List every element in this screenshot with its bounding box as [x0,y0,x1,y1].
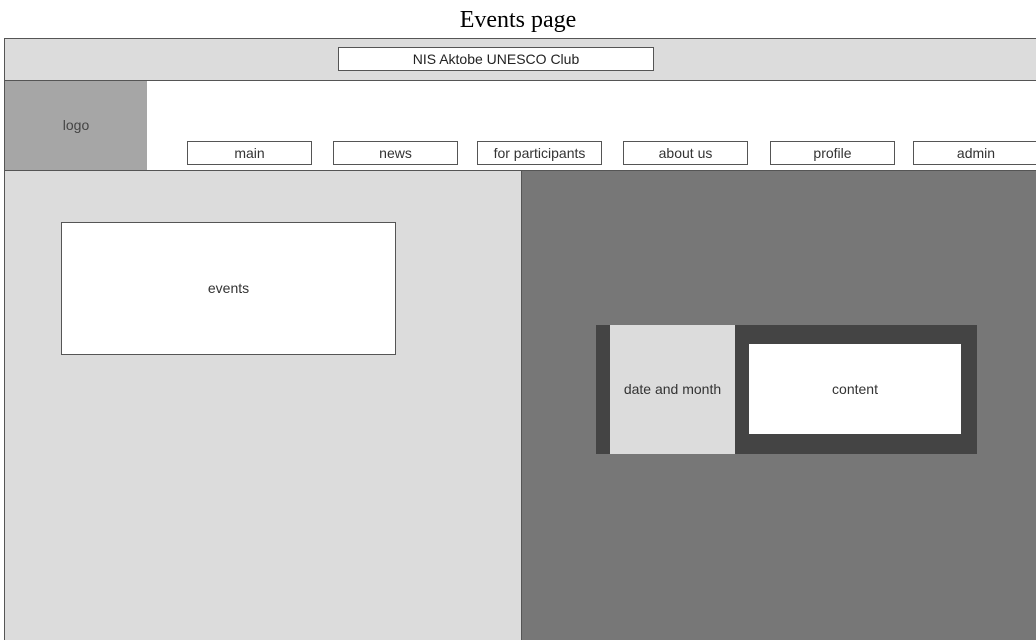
events-box[interactable]: events [61,222,396,355]
date-and-month-block: date and month [610,325,735,454]
nav-main-button[interactable]: main [187,141,312,165]
nav-about-us-button[interactable]: about us [623,141,748,165]
right-panel: date and month content [522,171,1036,640]
left-panel: events [5,171,522,640]
wireframe: NIS Aktobe UNESCO Club logo main news fo… [4,38,1036,640]
event-card[interactable]: date and month content [596,325,977,454]
logo[interactable]: logo [5,81,147,170]
nav-admin-button[interactable]: admin [913,141,1036,165]
nav-profile-button[interactable]: profile [770,141,895,165]
site-title: NIS Aktobe UNESCO Club [338,47,654,71]
nav-news-button[interactable]: news [333,141,458,165]
top-bar: NIS Aktobe UNESCO Club [5,39,1036,81]
nav-for-participants-button[interactable]: for participants [477,141,602,165]
content-block: content [749,344,961,434]
header: logo main news for participants about us… [5,81,1036,171]
page-caption: Events page [459,7,577,33]
